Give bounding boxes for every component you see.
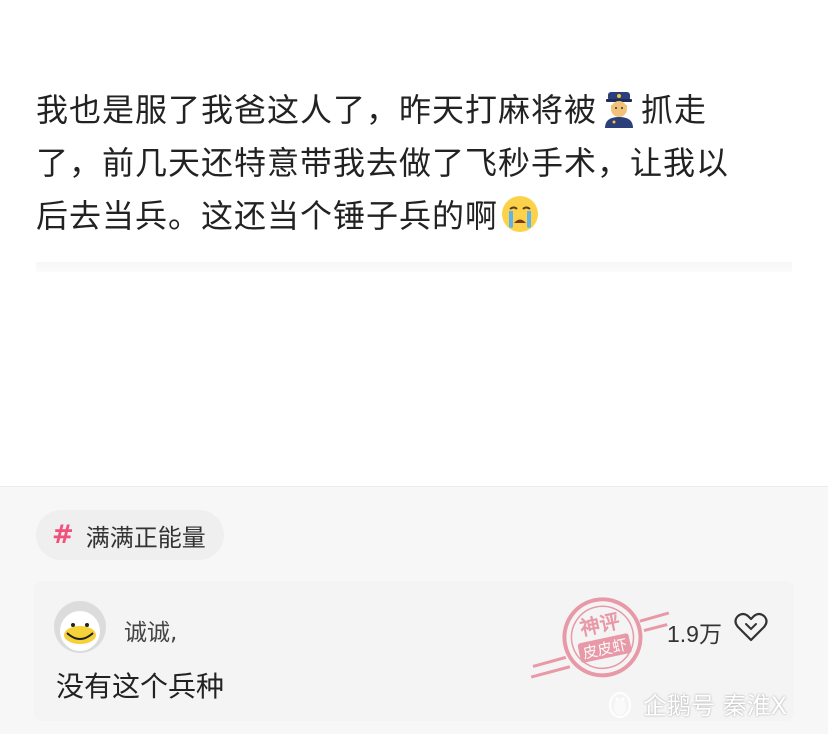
post-line3: 后去当兵。这还当个锤子兵的啊 [36, 197, 499, 235]
topic-tag[interactable]: # 满满正能量 [36, 510, 224, 560]
hashtag-icon: # [52, 520, 74, 550]
comment-username[interactable]: 诚诚, [124, 613, 177, 647]
watermark: 企鹅号 秦淮X [605, 686, 787, 721]
post-line1-b: 抓走 [641, 91, 708, 129]
post-card: 我也是服了我爸这人了，昨天打麻将被 抓走 了，前几天还特意带我去做了飞秒手术，让… [0, 0, 828, 487]
police-officer-emoji-icon [605, 92, 634, 128]
topic-label: 满满正能量 [85, 523, 206, 552]
post-line2: 了，前几天还特意带我去做了飞秒手术，让我以 [36, 144, 730, 182]
penguin-icon [609, 691, 631, 718]
post-text: 我也是服了我爸这人了，昨天打麻将被 抓走 了，前几天还特意带我去做了飞秒手术，让… [36, 84, 806, 243]
post-line1-a: 我也是服了我爸这人了，昨天打麻将被 [36, 91, 598, 129]
hot-comment-stamp: 神评 皮皮虾 [530, 597, 670, 679]
comment-text: 没有这个兵种 [56, 670, 225, 703]
crying-face-emoji-icon [502, 196, 539, 232]
watermark-text: 企鹅号 秦淮X [643, 692, 788, 720]
avatar[interactable] [54, 601, 106, 653]
heart-icon[interactable] [734, 611, 768, 643]
stamp-bottom-text: 皮皮虾 [581, 636, 629, 663]
content-divider [36, 262, 792, 272]
